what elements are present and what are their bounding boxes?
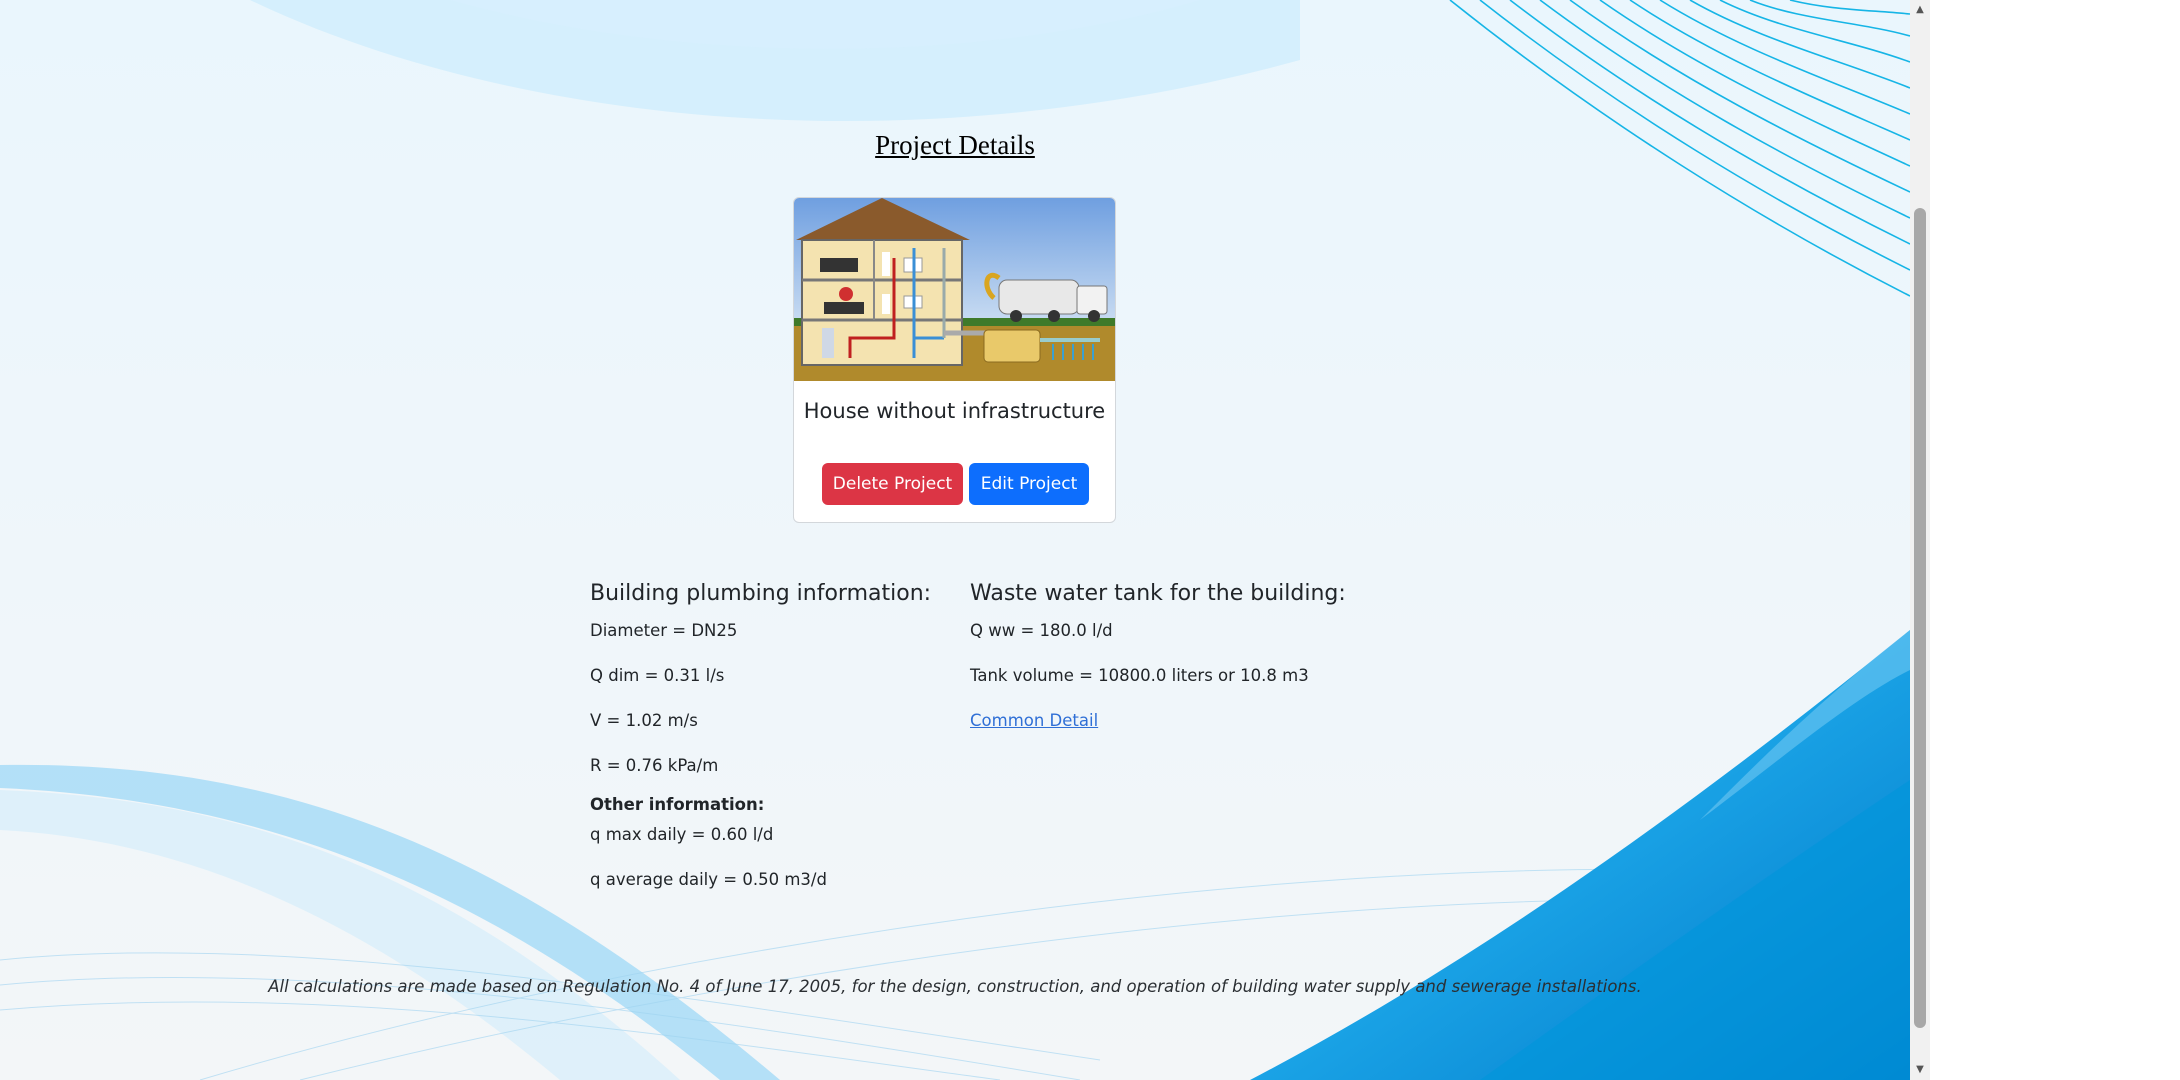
page-viewport: Project Details House without infrastruc…: [0, 0, 1910, 1080]
plumbing-velocity: V = 1.02 m/s: [590, 711, 698, 730]
regulation-footnote: All calculations are made based on Regul…: [268, 977, 1642, 996]
common-detail-link[interactable]: Common Detail: [970, 711, 1098, 730]
vertical-scrollbar[interactable]: ▲ ▼: [1910, 0, 1930, 1080]
plumbing-r: R = 0.76 kPa/m: [590, 756, 719, 775]
tank-heading: Waste water tank for the building:: [970, 581, 1346, 606]
tank-volume: Tank volume = 10800.0 liters or 10.8 m3: [970, 666, 1309, 685]
other-info-heading: Other information:: [590, 795, 765, 814]
tank-info-section: Waste water tank for the building: Q ww …: [970, 578, 1390, 755]
project-image: [794, 198, 1115, 381]
plumbing-diameter: Diameter = DN25: [590, 621, 738, 640]
plumbing-q-dim: Q dim = 0.31 l/s: [590, 666, 725, 685]
scrollbar-thumb[interactable]: [1914, 208, 1926, 1028]
project-name: House without infrastructure: [803, 399, 1106, 423]
plumbing-heading: Building plumbing information:: [590, 581, 932, 606]
plumbing-info-section: Building plumbing information: Diameter …: [590, 578, 960, 914]
scroll-down-arrow-icon[interactable]: ▼: [1910, 1060, 1930, 1080]
page-title: Project Details: [875, 130, 1035, 160]
delete-project-button[interactable]: Delete Project: [822, 463, 963, 505]
q-average-daily: q average daily = 0.50 m3/d: [590, 870, 827, 889]
blank-area: [1930, 0, 2180, 1080]
q-max-daily: q max daily = 0.60 l/d: [590, 825, 774, 844]
project-card: House without infrastructure Delete Proj…: [793, 197, 1116, 523]
scroll-up-arrow-icon[interactable]: ▲: [1910, 0, 1930, 20]
tank-q-ww: Q ww = 180.0 l/d: [970, 621, 1113, 640]
main-content: Project Details House without infrastruc…: [0, 0, 1910, 1080]
edit-project-button[interactable]: Edit Project: [969, 463, 1089, 505]
